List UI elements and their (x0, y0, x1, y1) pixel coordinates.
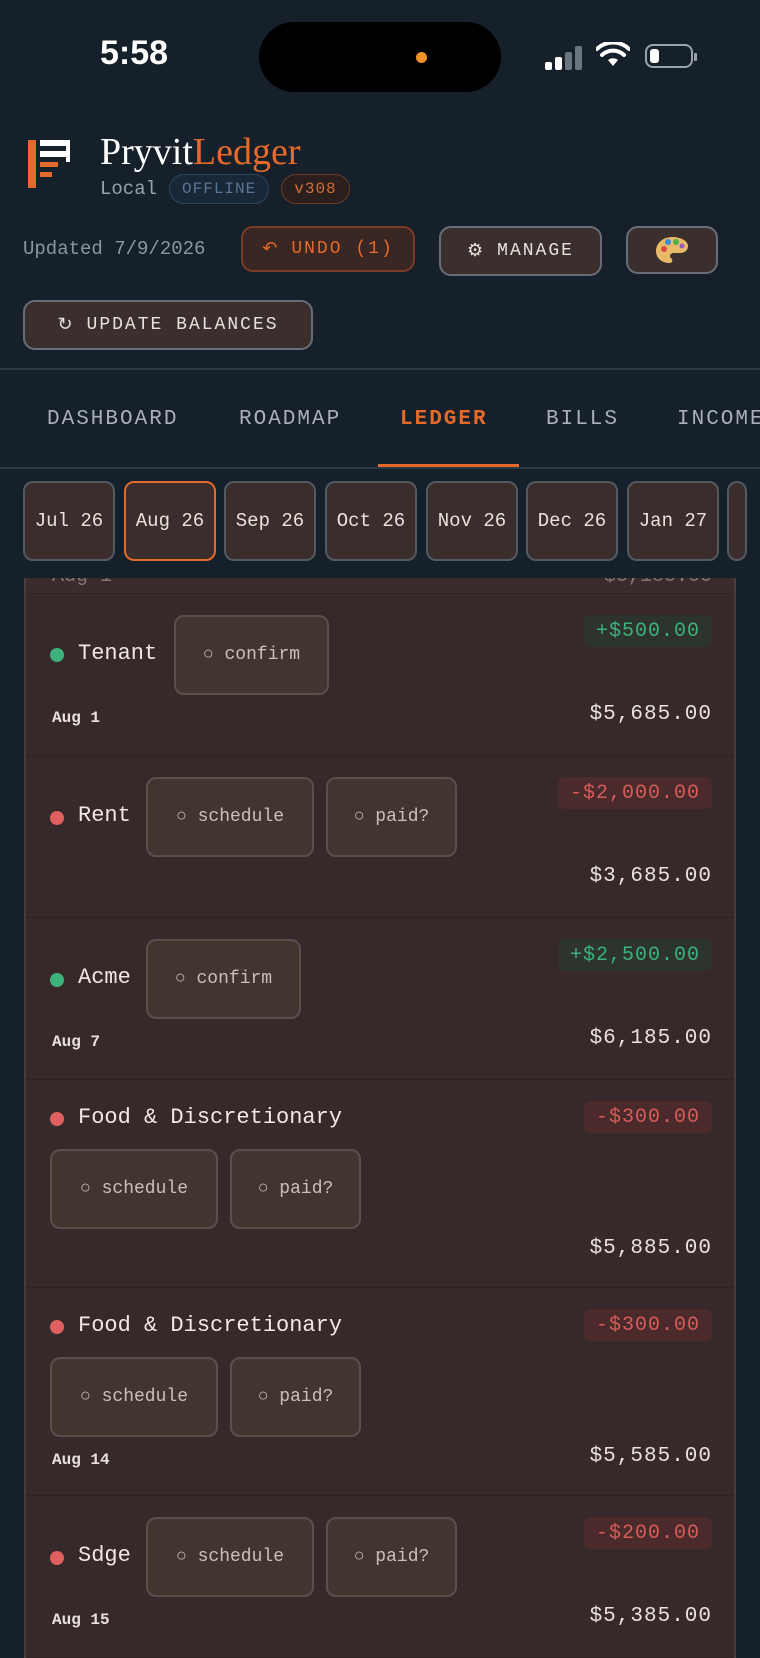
paid-button[interactable]: ○ paid? (326, 1517, 457, 1597)
manage-button[interactable]: ⚙ MANAGE (439, 226, 602, 276)
entry-name: Tenant (78, 641, 158, 666)
confirm-button[interactable]: ○ confirm (174, 615, 329, 695)
palette-icon (656, 237, 688, 263)
entry-date: Aug 1 (52, 578, 112, 588)
month-next-partial[interactable] (727, 481, 747, 561)
last-updated-text: Updated 7/9/2026 (23, 238, 206, 260)
income-status-dot (50, 973, 64, 987)
app-logo-icon (28, 140, 70, 188)
month-selector: Jul 26 Aug 26 Sep 26 Oct 26 Nov 26 Dec 2… (23, 481, 747, 563)
month-aug-26[interactable]: Aug 26 (124, 481, 216, 561)
main-tabs: DASHBOARD ROADMAP LEDGER BILLS INCOME (0, 372, 760, 468)
confirm-button[interactable]: ○ confirm (146, 939, 301, 1019)
app-title: PryvitLedger (100, 131, 301, 173)
divider (0, 368, 760, 370)
ledger-row: Tenant ○ confirm +$500.00 Aug 1 $5,685.0… (26, 593, 734, 756)
entry-amount: -$2,000.00 (557, 777, 712, 809)
month-jul-26[interactable]: Jul 26 (23, 481, 115, 561)
running-balance: $5,885.00 (589, 1237, 712, 1260)
cellular-signal-icon (545, 46, 585, 70)
month-jan-27[interactable]: Jan 27 (627, 481, 719, 561)
entry-name: Sdge (78, 1543, 131, 1568)
status-time: 5:58 (100, 34, 169, 72)
income-status-dot (50, 648, 64, 662)
expense-status-dot (50, 1320, 64, 1334)
ledger-row: Sdge ○ schedule ○ paid? -$200.00 Aug 15 … (26, 1495, 734, 1658)
entry-date: Aug 7 (52, 1033, 101, 1051)
entry-amount: -$300.00 (583, 1309, 712, 1341)
ledger-row-partial: Aug 1 $5,185.00 (26, 578, 734, 594)
entry-date: Aug 14 (52, 1451, 110, 1469)
running-balance: $3,685.00 (589, 865, 712, 888)
ledger-row: Rent ○ schedule ○ paid? -$2,000.00 $3,68… (26, 755, 734, 918)
month-dec-26[interactable]: Dec 26 (526, 481, 618, 561)
entry-date: Aug 1 (52, 709, 101, 727)
version-badge: v308 (281, 174, 350, 204)
entry-name: Acme (78, 965, 131, 990)
entry-name: Food & Discretionary (78, 1313, 343, 1338)
expense-status-dot (50, 1551, 64, 1565)
month-oct-26[interactable]: Oct 26 (325, 481, 417, 561)
running-balance: $6,185.00 (589, 1027, 712, 1050)
undo-button[interactable]: ↶ UNDO (1) (241, 226, 415, 272)
running-balance: $5,585.00 (589, 1445, 712, 1468)
paid-button[interactable]: ○ paid? (326, 777, 457, 857)
entry-name: Rent (78, 803, 131, 828)
tab-bills[interactable]: BILLS (546, 372, 619, 466)
ledger-row: Acme ○ confirm +$2,500.00 Aug 7 $6,185.0… (26, 917, 734, 1080)
expense-status-dot (50, 811, 64, 825)
storage-mode-label: Local (100, 178, 158, 200)
recording-indicator (416, 52, 427, 63)
app-meta-row: Local OFFLINE v308 (100, 174, 350, 204)
update-balances-button[interactable]: ↻ UPDATE BALANCES (23, 300, 313, 350)
battery-icon (645, 44, 697, 68)
schedule-button[interactable]: ○ schedule (50, 1149, 218, 1229)
entry-name: Food & Discretionary (78, 1105, 343, 1130)
schedule-button[interactable]: ○ schedule (146, 777, 314, 857)
running-balance: $5,385.00 (589, 1605, 712, 1628)
schedule-button[interactable]: ○ schedule (146, 1517, 314, 1597)
month-sep-26[interactable]: Sep 26 (224, 481, 316, 561)
paid-button[interactable]: ○ paid? (230, 1357, 361, 1437)
tab-ledger[interactable]: LEDGER (400, 372, 488, 466)
schedule-button[interactable]: ○ schedule (50, 1357, 218, 1437)
paid-button[interactable]: ○ paid? (230, 1149, 361, 1229)
tab-income[interactable]: INCOME (677, 372, 760, 466)
expense-status-dot (50, 1112, 64, 1126)
entry-amount: -$300.00 (583, 1101, 712, 1133)
gear-icon: ⚙ (467, 242, 486, 262)
entry-amount: +$500.00 (583, 615, 712, 647)
undo-icon: ↶ (262, 240, 280, 260)
status-bar: 5:58 (0, 0, 760, 110)
divider (0, 467, 760, 469)
running-balance: $5,685.00 (589, 703, 712, 726)
refresh-icon: ↻ (57, 316, 75, 336)
ledger-list: Aug 1 $5,185.00 Tenant ○ confirm +$500.0… (24, 578, 736, 1658)
tab-roadmap[interactable]: ROADMAP (239, 372, 341, 466)
offline-badge: OFFLINE (169, 174, 270, 204)
entry-amount: +$2,500.00 (557, 939, 712, 971)
entry-date: Aug 15 (52, 1611, 110, 1629)
running-balance: $5,185.00 (604, 578, 712, 588)
tab-dashboard[interactable]: DASHBOARD (47, 372, 178, 466)
ledger-row: Food & Discretionary -$300.00 ○ schedule… (26, 1079, 734, 1288)
wifi-icon (596, 42, 630, 66)
dynamic-island (259, 22, 501, 92)
theme-palette-button[interactable] (626, 226, 718, 274)
month-nov-26[interactable]: Nov 26 (426, 481, 518, 561)
ledger-row: Food & Discretionary -$300.00 ○ schedule… (26, 1287, 734, 1496)
entry-amount: -$200.00 (583, 1517, 712, 1549)
